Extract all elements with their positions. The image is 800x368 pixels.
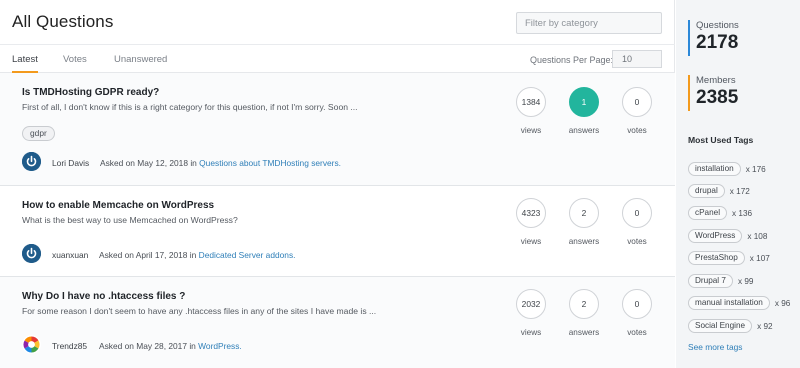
views-count: 2032 xyxy=(516,289,546,319)
tag-count: x 99 xyxy=(737,276,754,286)
question-title[interactable]: How to enable Memcache on WordPress xyxy=(22,200,214,211)
questions-per-page-label: Questions Per Page: xyxy=(530,55,614,65)
tag-count: x 107 xyxy=(749,253,770,263)
answers-label: answers xyxy=(568,126,600,135)
question-author[interactable]: Lori Davis xyxy=(52,158,89,168)
tag-count: x 92 xyxy=(757,321,773,331)
tag-link[interactable]: manual installation xyxy=(688,296,770,310)
tag-item: manual installation x 96 xyxy=(688,296,790,310)
views-label: views xyxy=(520,237,542,246)
question-tag[interactable]: gdpr xyxy=(22,126,55,141)
answers-count: 2 xyxy=(569,198,599,228)
question-title[interactable]: Why Do I have no .htaccess files ? xyxy=(22,291,185,302)
question-item: Why Do I have no .htaccess files ? For s… xyxy=(0,277,675,368)
tag-link[interactable]: WordPress xyxy=(688,229,743,243)
category-link[interactable]: WordPress. xyxy=(198,341,242,351)
question-excerpt: What is the best way to use Memcached on… xyxy=(22,215,238,225)
votes-label: votes xyxy=(627,328,647,337)
tag-item: Social Engine x 92 xyxy=(688,319,773,333)
questions-stat-label: Questions xyxy=(696,20,739,31)
tab-votes[interactable]: Votes xyxy=(63,54,87,65)
see-more-tags-link[interactable]: See more tags xyxy=(688,342,742,352)
answers-label: answers xyxy=(568,328,600,337)
question-meta: Asked on April 17, 2018 in Dedicated Ser… xyxy=(99,250,295,260)
tag-item: drupal x 172 xyxy=(688,184,750,198)
user-avatar[interactable] xyxy=(22,335,41,354)
question-author[interactable]: Trendz85 xyxy=(52,341,87,351)
views-label: views xyxy=(520,126,542,135)
tag-item: WordPress x 108 xyxy=(688,229,767,243)
question-meta: Asked on May 12, 2018 in Questions about… xyxy=(100,158,341,168)
tag-item: cPanel x 136 xyxy=(688,206,752,220)
question-excerpt: First of all, I don't know if this is a … xyxy=(22,102,358,112)
votes-count: 0 xyxy=(622,289,652,319)
tag-count: x 108 xyxy=(747,231,768,241)
question-item: How to enable Memcache on WordPress What… xyxy=(0,186,675,277)
tag-count: x 176 xyxy=(745,164,766,174)
main-content: All Questions Latest Votes Unanswered Qu… xyxy=(0,0,675,368)
tag-link[interactable]: Social Engine xyxy=(688,319,753,333)
views-count: 1384 xyxy=(516,87,546,117)
category-filter-input[interactable] xyxy=(516,12,662,34)
members-stat-label: Members xyxy=(696,75,736,86)
tag-link[interactable]: Drupal 7 xyxy=(688,274,733,288)
views-label: views xyxy=(520,328,542,337)
question-title[interactable]: Is TMDHosting GDPR ready? xyxy=(22,87,159,98)
tag-item: PrestaShop x 107 xyxy=(688,251,770,265)
asked-date: Asked on May 28, 2017 in xyxy=(99,341,199,351)
votes-label: votes xyxy=(627,237,647,246)
tag-link[interactable]: installation xyxy=(688,162,741,176)
user-avatar[interactable] xyxy=(22,152,41,171)
answers-count: 2 xyxy=(569,289,599,319)
tag-link[interactable]: drupal xyxy=(688,184,725,198)
sort-tabs: Latest Votes Unanswered Questions Per Pa… xyxy=(0,44,675,73)
question-item: Is TMDHosting GDPR ready? First of all, … xyxy=(0,73,675,186)
user-avatar[interactable] xyxy=(22,244,41,263)
asked-date: Asked on April 17, 2018 in xyxy=(99,250,199,260)
tab-latest[interactable]: Latest xyxy=(12,54,38,65)
sidebar: Questions 2178 Members 2385 Most Used Ta… xyxy=(676,0,800,368)
tag-item: Drupal 7 x 99 xyxy=(688,274,753,288)
category-link[interactable]: Questions about TMDHosting servers. xyxy=(199,158,341,168)
tag-link[interactable]: cPanel xyxy=(688,206,728,220)
tag-count: x 172 xyxy=(729,186,750,196)
votes-label: votes xyxy=(627,126,647,135)
tag-count: x 96 xyxy=(774,298,791,308)
power-icon xyxy=(22,152,41,171)
members-stat-count: 2385 xyxy=(696,87,739,108)
question-excerpt: For some reason I don't seem to have any… xyxy=(22,306,377,316)
tag-count: x 136 xyxy=(732,208,753,218)
questions-per-page-input[interactable] xyxy=(612,50,662,68)
tag-link[interactable]: PrestaShop xyxy=(688,251,745,265)
views-count: 4323 xyxy=(516,198,546,228)
asked-date: Asked on May 12, 2018 in xyxy=(100,158,200,168)
page-title: All Questions xyxy=(12,12,114,31)
votes-count: 0 xyxy=(622,87,652,117)
members-stat: Members 2385 xyxy=(688,75,788,111)
votes-count: 0 xyxy=(622,198,652,228)
answers-label: answers xyxy=(568,237,600,246)
pinwheel-icon xyxy=(23,336,40,353)
most-used-tags-heading: Most Used Tags xyxy=(688,135,754,145)
questions-stat: Questions 2178 xyxy=(688,20,788,56)
answers-count: 1 xyxy=(569,87,599,117)
tag-item: installation x 176 xyxy=(688,162,766,176)
question-meta: Asked on May 28, 2017 in WordPress. xyxy=(99,341,242,351)
question-author[interactable]: xuanxuan xyxy=(52,250,88,260)
power-icon xyxy=(22,244,41,263)
questions-stat-count: 2178 xyxy=(696,32,739,53)
category-link[interactable]: Dedicated Server addons. xyxy=(199,250,296,260)
tab-unanswered[interactable]: Unanswered xyxy=(114,54,167,65)
